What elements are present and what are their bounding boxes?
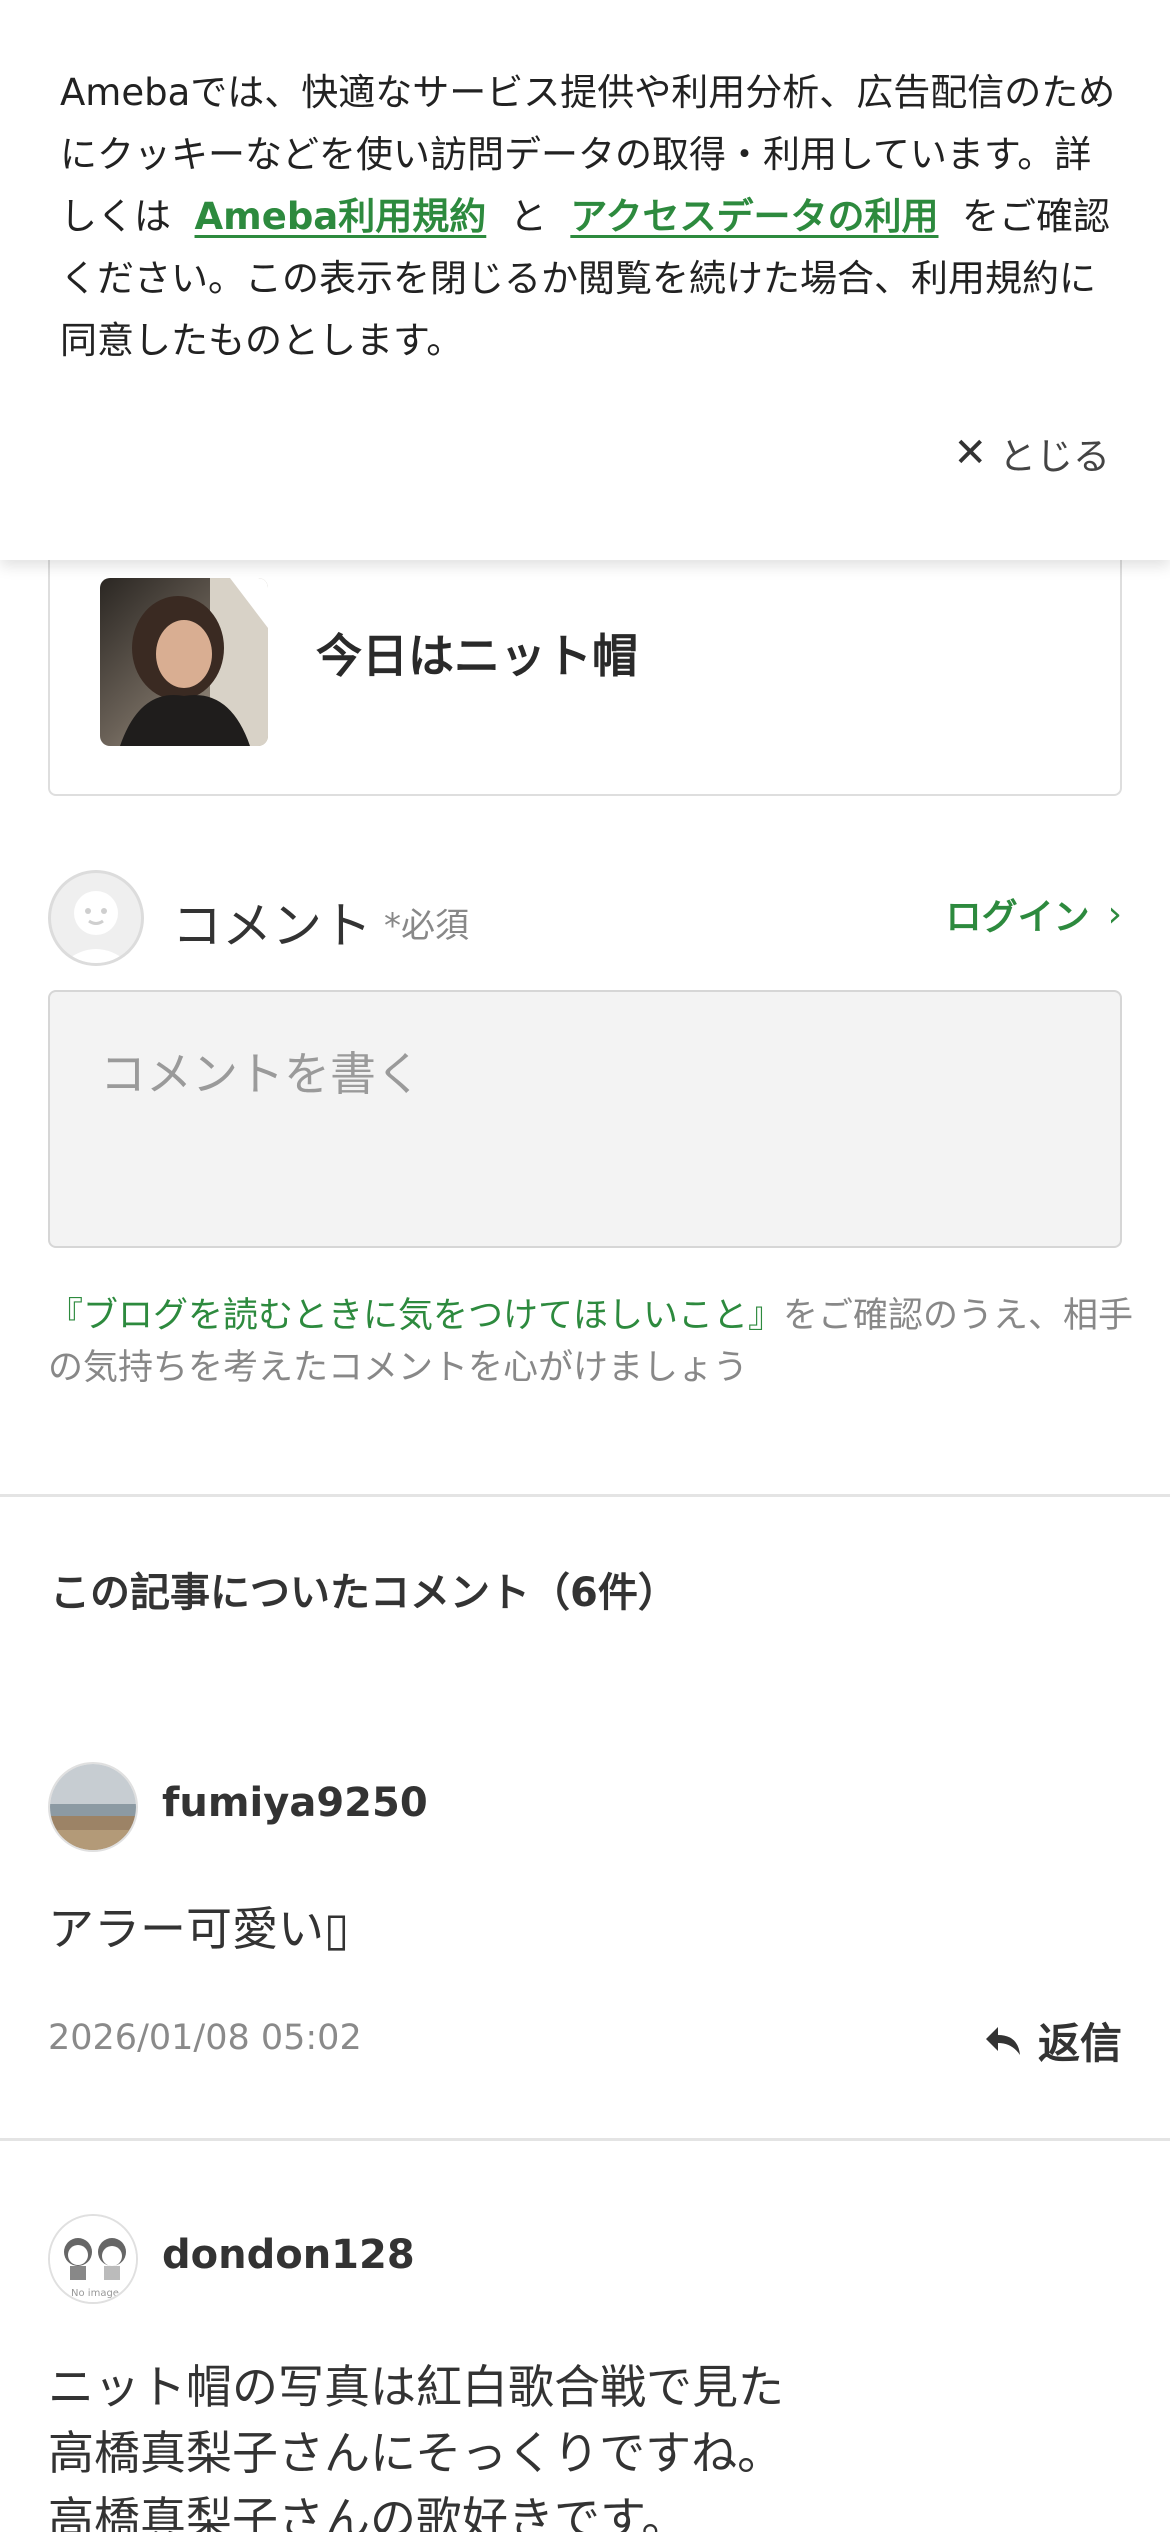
comment-username[interactable]: fumiya9250: [162, 1780, 428, 1826]
comment-label: コメント: [172, 897, 372, 955]
comments-section-title: この記事についたコメント（6件）: [50, 1570, 678, 1616]
section-divider: [0, 1494, 1170, 1497]
comment-form-header: コメント *必須 ログイン ›: [48, 868, 1122, 968]
close-banner-button[interactable]: ✕ とじる: [953, 420, 1110, 486]
reply-button[interactable]: 返信: [984, 2010, 1122, 2071]
cookie-notice-text: Amebaでは、快適なサービス提供や利用分析、広告配信のためにクッキーなどを使い…: [60, 62, 1120, 372]
cookie-consent-banner: Amebaでは、快適なサービス提供や利用分析、広告配信のためにクッキーなどを使い…: [0, 0, 1170, 560]
comment-input-box[interactable]: [48, 990, 1122, 1248]
svg-text:No image: No image: [71, 2288, 119, 2299]
user-avatar[interactable]: No image: [48, 2214, 138, 2304]
access-data-link[interactable]: アクセスデータの利用: [570, 195, 938, 238]
comment-body: アラー可愛い▯: [48, 1902, 350, 1956]
article-card[interactable]: 今日はニット帽: [48, 520, 1122, 796]
close-label: とじる: [999, 435, 1110, 478]
default-avatar-icon: [48, 870, 144, 966]
comment-body: ニット帽の写真は紅白歌合戦で見た 高橋真梨子さんにそっくりですね。 高橋真梨子さ…: [48, 2360, 784, 2532]
cookie-text-and: と: [509, 195, 547, 238]
comment-divider: [0, 2138, 1170, 2141]
comment-date: 2026/01/08 05:02: [48, 2018, 362, 2058]
reply-label: 返信: [1037, 2019, 1122, 2068]
article-title[interactable]: 今日はニット帽: [316, 620, 638, 686]
login-label: ログイン: [945, 897, 1090, 938]
comment-item: fumiya9250 アラー可愛い▯ 2026/01/08 05:02 返信: [48, 1762, 1122, 2082]
comment-textarea[interactable]: [50, 992, 1120, 1246]
comment-item: No image dondon128 ニット帽の写真は紅白歌合戦で見た 高橋真梨…: [48, 2214, 1122, 2532]
required-marker: *必須: [384, 906, 469, 946]
reply-icon: [985, 2026, 1020, 2055]
chevron-right-icon: ›: [1107, 893, 1122, 935]
comment-guideline: 『ブログを読むときに気をつけてほしいこと』をご確認のうえ、相手の気持ちを考えたコ…: [48, 1290, 1138, 1394]
terms-link[interactable]: Ameba利用規約: [195, 195, 487, 238]
user-avatar[interactable]: [48, 1762, 138, 1852]
guideline-link[interactable]: 『ブログを読むときに気をつけてほしいこと』: [48, 1296, 783, 1336]
login-link[interactable]: ログイン ›: [946, 888, 1122, 940]
close-icon: ✕: [953, 430, 987, 476]
comment-username[interactable]: dondon128: [162, 2232, 415, 2278]
article-thumbnail: [100, 578, 268, 746]
